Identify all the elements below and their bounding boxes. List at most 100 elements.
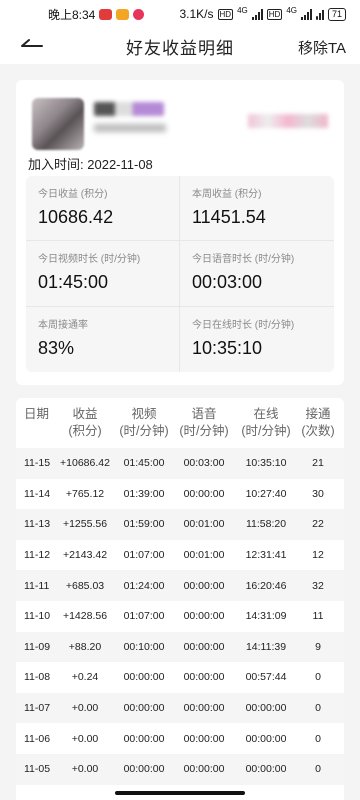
table-cell: 14:31:09 xyxy=(245,610,287,623)
table-cell: 00:00:00 xyxy=(245,732,287,745)
stat-value: 83% xyxy=(38,337,75,358)
column-header-video: 视频 (时/分钟) xyxy=(119,407,169,438)
table-cell: 00:57:44 xyxy=(245,671,287,684)
table-cell: +10686.42 xyxy=(60,457,110,470)
table-cell: 11-12 xyxy=(24,549,51,562)
table-row: 11-08 +0.24 00:00:00 00:00:00 00:57:44 0 xyxy=(16,662,344,693)
table-cell: 11-11 xyxy=(24,579,50,592)
page-title: 好友收益明细 xyxy=(126,38,234,58)
table-cell: +1428.56 xyxy=(62,610,108,623)
home-indicator[interactable] xyxy=(115,791,245,795)
stat-label: 今日视频时长 (时/分钟) xyxy=(38,254,141,266)
table-cell: +2143.42 xyxy=(62,549,108,562)
status-time: 晚上8:34 xyxy=(48,7,96,22)
table-cell: 11-15 xyxy=(24,457,51,470)
table-body: 11-15 +10686.42 01:45:00 00:03:00 10:35:10 21… xyxy=(16,448,344,785)
column-header-earnings: 收益 (积分) xyxy=(68,407,102,438)
remove-friend-button[interactable]: 移除TA xyxy=(298,37,346,58)
table-cell: 00:00:00 xyxy=(183,487,225,500)
table-cell: 00:00:00 xyxy=(183,579,225,592)
back-arrow-icon[interactable] xyxy=(20,36,44,56)
table-cell: 10:27:40 xyxy=(245,487,287,500)
table-cell: +0.00 xyxy=(71,702,99,715)
stat-value: 00:03:00 xyxy=(192,272,263,293)
stats-grid: 今日收益 (积分) 10686.42 本周收益 (积分) 11451.54 今日… xyxy=(26,176,334,372)
table-cell: 0 xyxy=(315,763,321,776)
earnings-table: 日期 收益 (积分) 视频 (时/分钟) 语音 (时/分钟) 在线 (时/分钟) 接通(… xyxy=(16,398,344,800)
table-cell: 00:00:00 xyxy=(123,763,165,776)
table-cell: +0.00 xyxy=(71,763,99,776)
stat-value: 01:45:00 xyxy=(38,272,109,293)
table-cell: 0 xyxy=(315,732,321,745)
table-row: 11-09 +88.20 00:10:00 00:00:00 14:11:39 9 xyxy=(16,631,344,663)
stat-label: 本周收益 (积分) xyxy=(192,189,262,200)
column-header-connects: 接通 (次数) xyxy=(301,407,335,438)
column-header-date: 日期 xyxy=(24,407,50,421)
stat-today-online: 今日在线时长 (时/分钟) 10:35:10 xyxy=(180,307,334,372)
status-right: 3.1K/s HD 4G HD 4G 71 xyxy=(179,5,346,21)
table-row: 11-12 +2143.42 01:07:00 00:01:00 12:31:41 12 xyxy=(16,540,344,571)
table-cell: 00:00:00 xyxy=(183,702,225,715)
table-cell: 00:00:00 xyxy=(183,763,225,776)
blurred-user-id xyxy=(94,124,166,132)
table-cell: 11-13 xyxy=(24,518,51,531)
table-cell: 00:03:00 xyxy=(183,457,225,470)
table-cell: 0 xyxy=(315,671,321,684)
nav-bar: 好友收益明细 移除TA xyxy=(0,28,360,64)
status-left: 晚上8:34 xyxy=(48,6,145,23)
table-cell: +88.20 xyxy=(68,640,102,653)
table-cell: 00:00:00 xyxy=(183,732,225,745)
blurred-nickname xyxy=(94,102,164,116)
stat-value: 11451.54 xyxy=(192,207,266,227)
signal-icon xyxy=(300,8,312,20)
table-cell: 00:00:00 xyxy=(245,702,287,715)
signal-4g-label: 4G xyxy=(286,5,297,15)
table-cell: +0.24 xyxy=(71,671,99,684)
table-row: 11-05 +0.00 00:00:00 00:00:00 00:00:00 0 xyxy=(16,753,344,785)
table-cell: 9 xyxy=(315,640,321,653)
table-cell: 11:58:20 xyxy=(245,518,287,531)
table-cell: 01:07:00 xyxy=(123,610,165,623)
stat-week-earnings: 本周收益 (积分) 11451.54 xyxy=(180,176,334,242)
table-cell: 11-14 xyxy=(24,487,51,500)
table-cell: +0.00 xyxy=(71,732,99,745)
table-cell: 00:00:00 xyxy=(183,640,225,653)
table-row: 11-10 +1428.56 01:07:00 00:00:00 14:31:09 11 xyxy=(16,601,344,632)
notification-app-icon xyxy=(116,8,130,20)
table-cell: 01:45:00 xyxy=(123,457,165,470)
avatar[interactable] xyxy=(32,98,84,150)
column-header-online: 在线 (时/分钟) xyxy=(241,407,291,438)
signal-icon xyxy=(251,8,263,20)
table-cell: 21 xyxy=(312,457,324,470)
table-cell: +765.12 xyxy=(65,487,105,500)
stat-label: 今日收益 (积分) xyxy=(38,189,108,200)
stat-label: 今日在线时长 (时/分钟) xyxy=(192,319,295,331)
stat-value: 10686.42 xyxy=(38,207,114,227)
table-cell: 01:24:00 xyxy=(123,579,165,592)
join-time-label: 加入时间: xyxy=(28,157,84,172)
table-cell: 00:00:00 xyxy=(183,671,225,684)
notification-app-icon xyxy=(99,8,113,20)
network-speed: 3.1K/s xyxy=(179,7,214,21)
table-cell: 10:35:10 xyxy=(245,457,287,470)
table-cell: 12 xyxy=(312,549,324,562)
table-row: 11-13 +1255.56 01:59:00 00:01:00 11:58:20 22 xyxy=(16,509,344,540)
join-time-value: 2022-11-08 xyxy=(87,157,153,172)
table-cell: 00:01:00 xyxy=(183,549,225,562)
table-row: 11-15 +10686.42 01:45:00 00:03:00 10:35:10 21 xyxy=(16,448,344,479)
stat-today-video: 今日视频时长 (时/分钟) 01:45:00 xyxy=(26,241,180,307)
hd-icon: HD xyxy=(266,8,283,20)
profile-card: 加入时间: 2022-11-08 今日收益 (积分) 10686.42 本周收益… xyxy=(16,80,344,385)
table-cell: 00:00:00 xyxy=(123,732,165,745)
table-row: 11-14 +765.12 01:39:00 00:00:00 10:27:40 30 xyxy=(16,479,344,510)
hd-icon: HD xyxy=(217,8,234,20)
table-cell: 22 xyxy=(312,518,324,531)
table-cell: 11-10 xyxy=(24,610,51,623)
table-cell: 14:11:39 xyxy=(245,640,287,653)
stat-value: 10:35:10 xyxy=(192,337,263,358)
table-cell: 11 xyxy=(312,610,324,623)
table-cell: 00:01:00 xyxy=(183,518,225,531)
table-cell: 00:00:00 xyxy=(123,702,165,715)
table-cell: 00:00:00 xyxy=(245,763,287,776)
stat-week-connect-rate: 本周接通率 83% xyxy=(26,306,180,372)
